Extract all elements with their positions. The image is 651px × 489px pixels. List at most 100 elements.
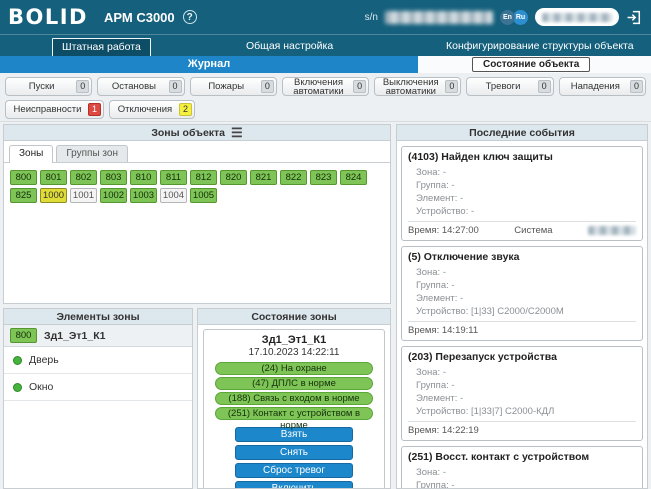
- counter-fires[interactable]: Пожары 0: [190, 77, 277, 96]
- counter-badge: 0: [445, 80, 458, 93]
- zone-button[interactable]: 1003: [130, 188, 157, 203]
- header-right: s/n En Ru: [365, 8, 643, 26]
- zone-button[interactable]: 801: [40, 170, 67, 185]
- element-label: Дверь: [29, 354, 59, 366]
- event-zone-value: -: [443, 367, 446, 378]
- counter-badge: 0: [261, 80, 274, 93]
- event-device-label: Устройство:: [416, 206, 468, 217]
- zone-button[interactable]: 820: [220, 170, 247, 185]
- counter-automation-off[interactable]: Выключения автоматики 0: [374, 77, 461, 96]
- tab-zone-groups[interactable]: Группы зон: [56, 145, 128, 162]
- nav-tab-normal-operation[interactable]: Штатная работа: [52, 38, 151, 57]
- language-toggle[interactable]: En Ru: [500, 10, 528, 25]
- event-element-value: -: [460, 393, 463, 404]
- zone-button[interactable]: 823: [310, 170, 337, 185]
- counter-disables[interactable]: Отключения 2: [109, 100, 195, 119]
- counter-label: Выключения автоматики: [379, 78, 442, 96]
- main-nav: Штатная работа Общая настройка Конфигури…: [0, 34, 651, 56]
- counter-alarms[interactable]: Тревоги 0: [466, 77, 553, 96]
- event-zone-value: -: [443, 167, 446, 178]
- lang-ru-button[interactable]: Ru: [513, 10, 528, 25]
- status-dot-icon: [13, 356, 22, 365]
- zone-button[interactable]: 812: [190, 170, 217, 185]
- counter-attacks[interactable]: Нападения 0: [559, 77, 646, 96]
- event-card[interactable]: (251) Восст. контакт с устройством Зона:…: [401, 446, 643, 489]
- hamburger-menu-icon[interactable]: ☰: [231, 128, 243, 138]
- event-card[interactable]: (203) Перезапуск устройства Зона: - Груп…: [401, 346, 643, 441]
- zone-grid: 800 801 802 803 810 811 812 820 821 822 …: [4, 163, 390, 210]
- zone-button[interactable]: 800: [10, 170, 37, 185]
- event-group-value: -: [451, 380, 454, 391]
- event-footer: Время: 14:27:00 Система: [408, 221, 636, 238]
- app-title: АРМ С3000: [104, 10, 175, 25]
- event-card[interactable]: (4103) Найден ключ защиты Зона: - Группа…: [401, 146, 643, 241]
- event-title: (5) Отключение звука: [408, 251, 636, 263]
- counter-faults[interactable]: Неисправности 1: [5, 100, 104, 119]
- event-device-label: Устройство:: [416, 306, 468, 317]
- disarm-button[interactable]: Снять: [235, 445, 353, 460]
- counter-badge: 2: [179, 103, 192, 116]
- zone-button[interactable]: 825: [10, 188, 37, 203]
- counter-stops[interactable]: Остановы 0: [97, 77, 184, 96]
- event-time-value: 14:19:11: [442, 325, 478, 336]
- reset-alarms-button[interactable]: Сброс тревог: [235, 463, 353, 478]
- event-element-value: -: [460, 193, 463, 204]
- zone-button[interactable]: 1001: [70, 188, 97, 203]
- nav-tab-general-settings[interactable]: Общая настройка: [237, 38, 342, 55]
- event-card[interactable]: (5) Отключение звука Зона: - Группа: - Э…: [401, 246, 643, 341]
- event-group-value: -: [451, 180, 454, 191]
- lang-en-button[interactable]: En: [500, 10, 515, 25]
- zone-button[interactable]: 821: [250, 170, 277, 185]
- status-bar: (251) Контакт с устройством в норме: [215, 407, 373, 420]
- zone-button[interactable]: 802: [70, 170, 97, 185]
- event-zone-value: -: [443, 467, 446, 478]
- app-header: BOLID АРМ С3000 ? s/n En Ru: [0, 0, 651, 34]
- zone-button[interactable]: 1005: [190, 188, 217, 203]
- status-bar: (47) ДПЛС в норме: [215, 377, 373, 390]
- event-source: Система: [514, 225, 552, 236]
- zone-button[interactable]: 811: [160, 170, 187, 185]
- tab-zones[interactable]: Зоны: [9, 145, 53, 163]
- counter-label: Остановы: [112, 82, 156, 91]
- event-counters: Пуски 0 Остановы 0 Пожары 0 Включения ав…: [0, 73, 651, 122]
- zone-button[interactable]: 810: [130, 170, 157, 185]
- enable-button[interactable]: Включить: [235, 481, 353, 489]
- zone-button[interactable]: 822: [280, 170, 307, 185]
- zone-element-item[interactable]: Окно: [4, 374, 192, 401]
- tab-object-state[interactable]: Состояние объекта: [472, 57, 590, 72]
- counter-starts[interactable]: Пуски 0: [5, 77, 92, 96]
- zone-button[interactable]: 824: [340, 170, 367, 185]
- event-time-label: Время:: [408, 425, 439, 436]
- user-input[interactable]: [535, 8, 619, 26]
- zone-state-panel: Состояние зоны Зд1_Эт1_К1 17.10.2023 14:…: [197, 308, 391, 489]
- sub-nav: Журнал Состояние объекта: [0, 56, 651, 73]
- event-time-value: 14:27:00: [442, 225, 479, 236]
- selected-zone-row: 800 Зд1_Эт1_К1: [4, 325, 192, 347]
- selected-zone-badge[interactable]: 800: [10, 328, 37, 343]
- event-element-label: Элемент:: [416, 393, 457, 404]
- help-icon[interactable]: ?: [183, 10, 197, 24]
- counter-automation-on[interactable]: Включения автоматики 0: [282, 77, 369, 96]
- counter-badge: 0: [76, 80, 89, 93]
- arm-button[interactable]: Взять: [235, 427, 353, 442]
- logout-icon[interactable]: [626, 9, 643, 26]
- tab-journal[interactable]: Журнал: [0, 56, 418, 73]
- zone-button[interactable]: 1000: [40, 188, 67, 203]
- zone-elements-title: Элементы зоны: [56, 311, 139, 323]
- zone-element-item[interactable]: Дверь: [4, 347, 192, 374]
- zone-button[interactable]: 1004: [160, 188, 187, 203]
- zones-panel-title: Зоны объекта: [151, 127, 225, 139]
- counter-row-1: Пуски 0 Остановы 0 Пожары 0 Включения ав…: [5, 77, 646, 96]
- nav-tab-object-structure-config[interactable]: Конфигурирование структуры объекта: [437, 38, 643, 55]
- user-name-redacted: [542, 13, 612, 22]
- event-element-label: Элемент:: [416, 193, 457, 204]
- status-bar: (24) На охране: [215, 362, 373, 375]
- event-group-label: Группа:: [416, 380, 449, 391]
- counter-label: Неисправности: [14, 105, 82, 114]
- zone-button[interactable]: 1002: [100, 188, 127, 203]
- event-title: (4103) Найден ключ защиты: [408, 151, 636, 163]
- zone-button[interactable]: 803: [100, 170, 127, 185]
- counter-label: Нападения: [571, 82, 620, 91]
- counter-label: Отключения: [118, 105, 172, 114]
- status-dot-icon: [13, 383, 22, 392]
